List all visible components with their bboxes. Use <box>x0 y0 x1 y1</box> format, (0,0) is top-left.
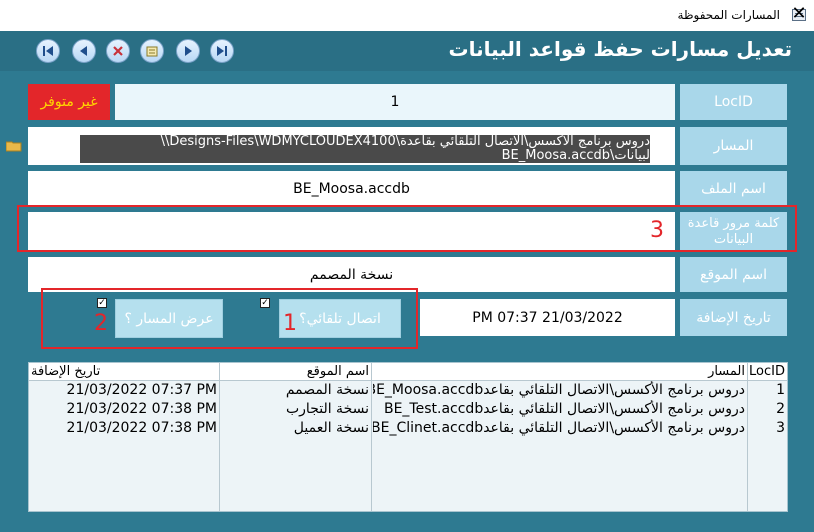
table-cell-locid[interactable]: 3 <box>749 419 785 437</box>
table-cell-date[interactable]: 21/03/2022 07:38 PM <box>31 419 217 437</box>
table-cell-path[interactable]: دروس برنامج الأكسس\الاتصال التلقائي بقاع… <box>373 419 745 437</box>
location-field[interactable]: نسخة المصمم <box>28 257 675 292</box>
table-cell-locid[interactable]: 1 <box>749 381 785 399</box>
locid-label: LocID <box>680 84 787 120</box>
path-text: دروس برنامج الأكسس\الاتصال التلقائي بقاع… <box>80 135 650 163</box>
page-title: تعديل مسارات حفظ قواعد البيانات <box>448 37 792 61</box>
header-locid[interactable]: LocID <box>749 363 787 380</box>
header-site[interactable]: اسم الموقع <box>221 363 369 380</box>
header-date[interactable]: تاريخ الإضافة <box>31 363 217 380</box>
previous-record-icon <box>80 46 87 56</box>
next-record-button[interactable] <box>176 39 200 63</box>
new-record-button[interactable] <box>140 39 164 63</box>
window-title: المسارات المحفوظة <box>677 8 780 22</box>
previous-record-button[interactable] <box>72 39 96 63</box>
window-titlebar: المسارات المحفوظة ✕ <box>0 0 814 32</box>
last-record-button[interactable] <box>210 39 234 63</box>
locid-field[interactable]: 1 <box>115 84 675 120</box>
folder-icon[interactable] <box>5 137 22 152</box>
table-cell-site[interactable]: نسخة التجارب <box>221 400 369 418</box>
annotation-number-3: 3 <box>650 218 664 243</box>
table-cell-date[interactable]: 21/03/2022 07:37 PM <box>31 381 217 399</box>
first-record-icon <box>43 46 53 56</box>
table-cell-site[interactable]: نسخة العميل <box>221 419 369 437</box>
date-added-label: تاريخ الإضافة <box>680 299 787 336</box>
date-added-field[interactable]: 21/03/2022 07:37 PM <box>420 299 675 336</box>
last-record-icon <box>217 46 227 56</box>
annotation-box-3 <box>17 205 797 252</box>
location-label: اسم الموقع <box>680 257 787 292</box>
first-record-button[interactable] <box>36 39 60 63</box>
filename-label: اسم الملف <box>680 171 787 206</box>
table-cell-site[interactable]: نسخة المصمم <box>221 381 369 399</box>
annotation-number-1: 1 <box>283 311 297 336</box>
header-path[interactable]: المسار <box>373 363 745 380</box>
table-cell-date[interactable]: 21/03/2022 07:38 PM <box>31 400 217 418</box>
table-cell-path[interactable]: دروس برنامج الأكسس\الاتصال التلقائي بقاع… <box>373 381 745 399</box>
annotation-number-2: 2 <box>94 311 108 336</box>
next-record-icon <box>185 46 192 56</box>
path-field[interactable]: دروس برنامج الأكسس\الاتصال التلقائي بقاع… <box>28 127 675 165</box>
path-label: المسار <box>680 127 787 165</box>
status-badge: غير متوفر <box>28 84 110 120</box>
new-record-icon <box>146 46 158 57</box>
records-table: تاريخ الإضافة اسم الموقع المسار LocID 21… <box>28 362 788 512</box>
table-cell-locid[interactable]: 2 <box>749 400 785 418</box>
close-button[interactable]: ✕ <box>790 4 808 24</box>
filename-field[interactable]: BE_Moosa.accdb <box>28 171 675 206</box>
delete-record-button[interactable] <box>106 39 130 63</box>
form-header: تعديل مسارات حفظ قواعد البيانات <box>0 31 814 71</box>
delete-record-icon <box>113 46 123 56</box>
table-cell-path[interactable]: دروس برنامج الأكسس\الاتصال التلقائي بقاع… <box>373 400 745 418</box>
